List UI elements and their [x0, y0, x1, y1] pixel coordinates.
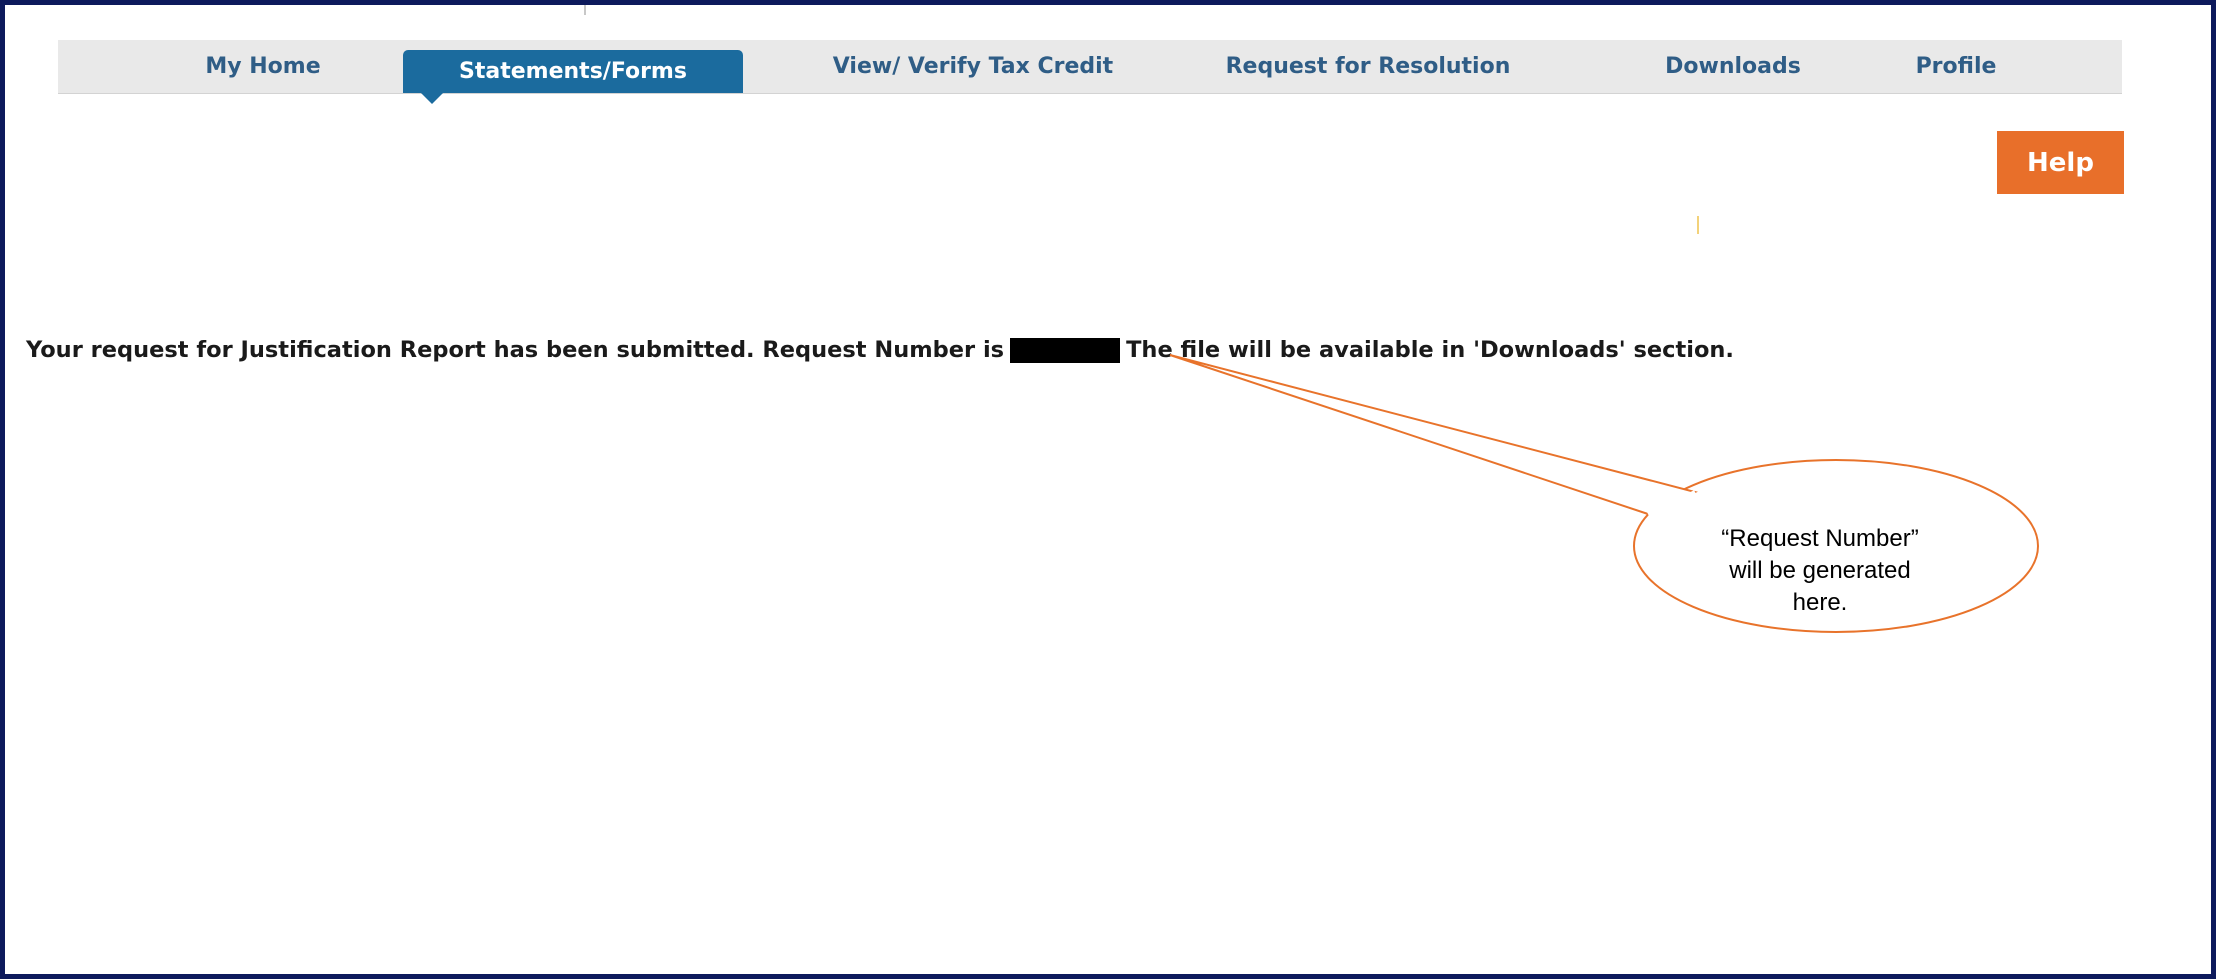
- tab-profile[interactable]: Profile: [1896, 40, 2016, 93]
- tab-request-for-resolution[interactable]: Request for Resolution: [1198, 40, 1538, 93]
- callout-line: will be generated: [1729, 557, 1911, 584]
- tab-view-verify-tax-credit[interactable]: View/ Verify Tax Credit: [798, 40, 1148, 93]
- message-text-after: The file will be available in 'Downloads…: [1126, 337, 1734, 363]
- tab-my-home[interactable]: My Home: [188, 40, 338, 93]
- tab-statements-forms[interactable]: Statements/Forms: [403, 50, 743, 104]
- request-number-redacted: [1010, 337, 1121, 363]
- tab-downloads[interactable]: Downloads: [1648, 40, 1818, 93]
- main-navigation: My Home Statements/Forms View/ Verify Ta…: [58, 40, 2122, 104]
- help-button[interactable]: Help: [1997, 131, 2124, 194]
- callout-line: here.: [1792, 589, 1848, 616]
- confirmation-message: Your request for Justification Report ha…: [26, 337, 1734, 363]
- divider-mark: [584, 5, 586, 15]
- page-frame: [0, 0, 2216, 979]
- callout-text: “Request Number” will be generated here.: [1660, 523, 1980, 619]
- message-text-before: Your request for Justification Report ha…: [26, 337, 1005, 363]
- callout-line: “Request Number”: [1721, 525, 1919, 552]
- divider-mark: [1697, 216, 1699, 234]
